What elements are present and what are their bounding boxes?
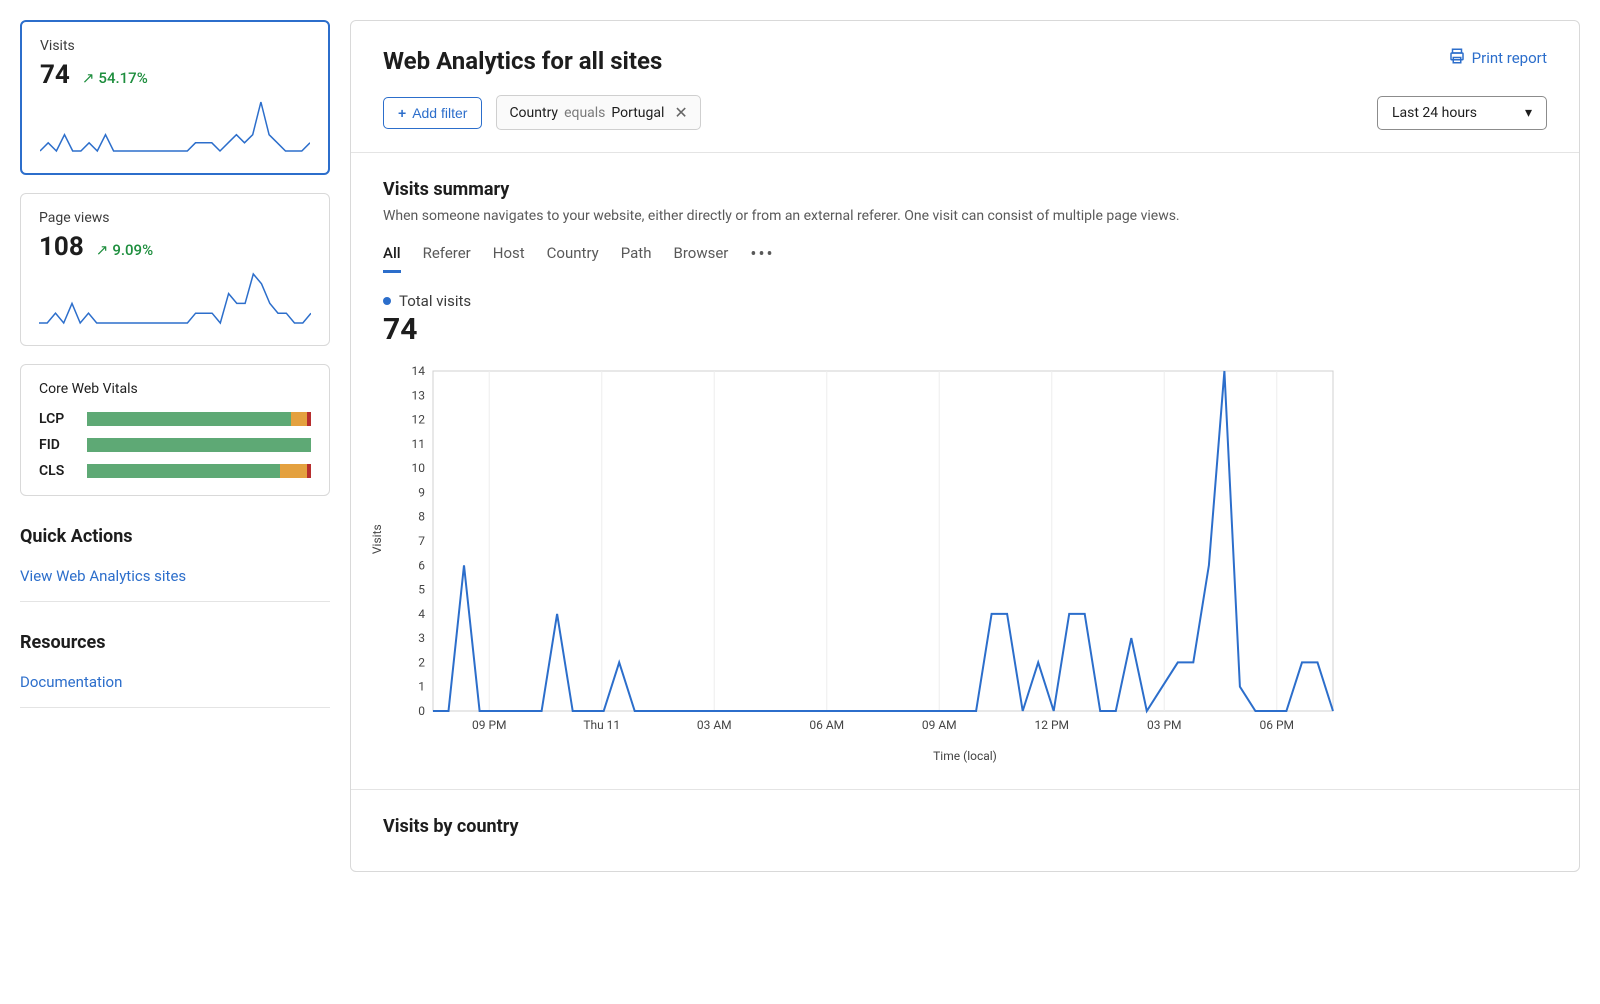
svg-text:4: 4 xyxy=(418,607,425,621)
svg-text:06 AM: 06 AM xyxy=(809,718,844,732)
legend-dot-icon xyxy=(383,297,391,305)
svg-text:1: 1 xyxy=(418,680,425,694)
svg-text:5: 5 xyxy=(418,583,425,597)
svg-text:6: 6 xyxy=(418,558,425,572)
caret-down-icon: ▾ xyxy=(1525,105,1532,121)
svg-text:03 PM: 03 PM xyxy=(1147,718,1182,732)
summary-tabs: All Referer Host Country Path Browser ••• xyxy=(383,244,1547,274)
print-report-button[interactable]: Print report xyxy=(1448,47,1547,69)
tab-country[interactable]: Country xyxy=(547,244,599,273)
cwv-bar xyxy=(87,412,311,426)
pageviews-value: 108 xyxy=(39,232,84,262)
arrow-up-icon: ↗ xyxy=(96,241,109,259)
svg-text:2: 2 xyxy=(418,655,425,669)
visits-label: Visits xyxy=(40,38,310,54)
visits-delta: ↗ 54.17% xyxy=(82,69,148,87)
total-visits-value: 74 xyxy=(383,312,1547,347)
page-title: Web Analytics for all sites xyxy=(383,47,662,75)
svg-text:12 PM: 12 PM xyxy=(1034,718,1069,732)
cwv-title: Core Web Vitals xyxy=(39,381,311,397)
tab-referer[interactable]: Referer xyxy=(423,244,471,273)
chart-legend: Total visits xyxy=(383,292,1547,310)
svg-text:11: 11 xyxy=(412,437,426,451)
svg-text:14: 14 xyxy=(412,364,426,378)
pageviews-delta: ↗ 9.09% xyxy=(96,241,153,259)
cwv-row-cls: CLS xyxy=(39,463,311,479)
visits-summary-title: Visits summary xyxy=(383,179,1547,200)
svg-text:Thu 11: Thu 11 xyxy=(583,718,620,732)
view-sites-link[interactable]: View Web Analytics sites xyxy=(20,567,186,585)
cwv-bar xyxy=(87,438,311,452)
svg-text:12: 12 xyxy=(412,413,426,427)
main-panel: Web Analytics for all sites Print report… xyxy=(350,20,1580,872)
core-web-vitals-card[interactable]: Core Web Vitals LCP FID CLS xyxy=(20,364,330,496)
resources-heading: Resources xyxy=(20,632,330,653)
quick-actions-heading: Quick Actions xyxy=(20,526,330,547)
svg-text:09 AM: 09 AM xyxy=(922,718,957,732)
svg-text:3: 3 xyxy=(418,631,425,645)
svg-text:8: 8 xyxy=(418,510,425,524)
svg-text:10: 10 xyxy=(412,461,426,475)
svg-text:7: 7 xyxy=(418,534,425,548)
tab-all[interactable]: All xyxy=(383,244,401,273)
pageviews-card[interactable]: Page views 108 ↗ 9.09% xyxy=(20,193,330,346)
x-axis-label: Time (local) xyxy=(383,749,1547,763)
svg-text:03 AM: 03 AM xyxy=(697,718,732,732)
svg-text:06 PM: 06 PM xyxy=(1259,718,1294,732)
tab-path[interactable]: Path xyxy=(621,244,652,273)
y-axis-label: Visits xyxy=(370,524,384,554)
cwv-bar xyxy=(87,464,311,478)
tab-host[interactable]: Host xyxy=(493,244,525,273)
visits-card[interactable]: Visits 74 ↗ 54.17% xyxy=(20,20,330,175)
tab-more-icon[interactable]: ••• xyxy=(750,244,774,273)
cwv-label: FID xyxy=(39,437,73,453)
svg-text:9: 9 xyxy=(418,485,425,499)
cwv-row-lcp: LCP xyxy=(39,411,311,427)
plus-icon: + xyxy=(398,105,406,121)
cwv-label: CLS xyxy=(39,463,73,479)
cwv-row-fid: FID xyxy=(39,437,311,453)
visits-by-country-title: Visits by country xyxy=(383,816,1547,837)
visits-summary-desc: When someone navigates to your website, … xyxy=(383,208,1547,224)
print-icon xyxy=(1448,47,1466,69)
arrow-up-icon: ↗ xyxy=(82,69,95,87)
close-icon[interactable]: ✕ xyxy=(674,103,687,122)
svg-text:13: 13 xyxy=(412,388,426,402)
add-filter-button[interactable]: + Add filter xyxy=(383,97,482,129)
pageviews-sparkline xyxy=(39,270,311,325)
visits-line-chart: 0123456789101112131409 PMThu 1103 AM06 A… xyxy=(383,361,1343,741)
svg-text:09 PM: 09 PM xyxy=(472,718,507,732)
cwv-label: LCP xyxy=(39,411,73,427)
visits-sparkline xyxy=(40,98,310,153)
svg-text:0: 0 xyxy=(418,704,425,718)
filter-chip-country[interactable]: Country equals Portugal ✕ xyxy=(496,95,700,130)
pageviews-label: Page views xyxy=(39,210,311,226)
tab-browser[interactable]: Browser xyxy=(673,244,728,273)
documentation-link[interactable]: Documentation xyxy=(20,673,122,691)
time-range-select[interactable]: Last 24 hours ▾ xyxy=(1377,96,1547,130)
visits-value: 74 xyxy=(40,60,70,90)
